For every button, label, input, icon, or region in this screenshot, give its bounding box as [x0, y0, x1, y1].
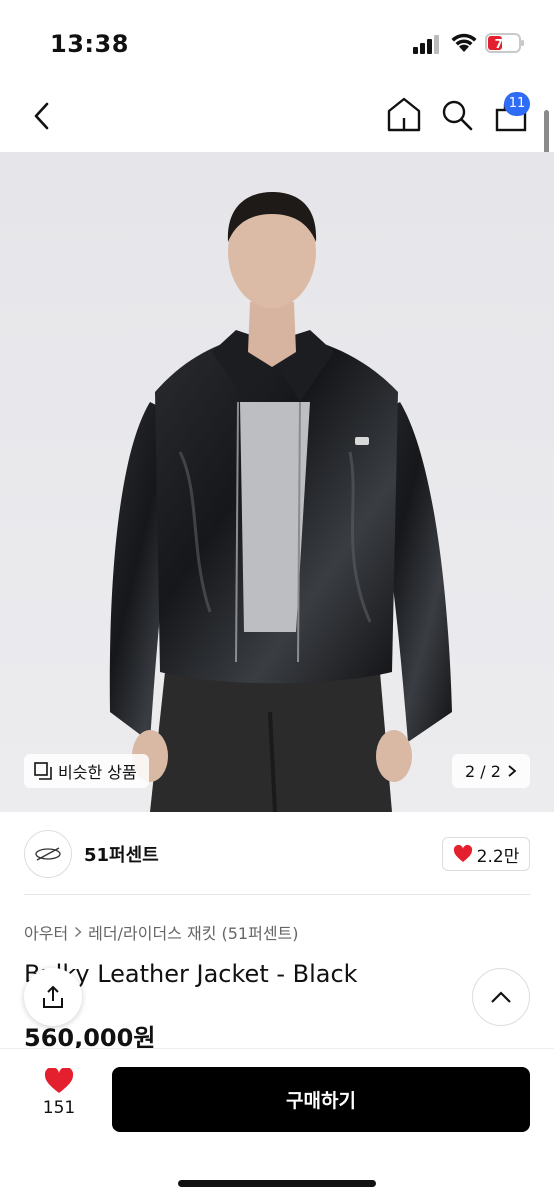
status-bar: 13:38 74	[0, 0, 554, 88]
battery-level: 74	[495, 37, 512, 51]
image-counter[interactable]: 2 / 2	[452, 754, 530, 788]
chevron-up-icon	[491, 991, 511, 1003]
home-icon[interactable]	[386, 94, 422, 134]
buy-button[interactable]: 구매하기	[112, 1067, 530, 1132]
brand-name: 51퍼센트	[84, 845, 159, 866]
battery-icon: 74	[485, 33, 524, 53]
search-icon[interactable]	[440, 94, 474, 134]
chevron-right-icon	[75, 926, 82, 938]
top-nav	[0, 88, 554, 152]
divider	[24, 894, 530, 895]
share-button[interactable]	[24, 968, 82, 1026]
breadcrumb: 아우터 레더/라이더스 재킷 (51퍼센트)	[24, 920, 299, 944]
image-counter-text: 2 / 2	[465, 761, 501, 781]
chevron-right-icon	[508, 765, 517, 777]
brand-row[interactable]: 51퍼센트	[24, 830, 159, 878]
heart-icon	[453, 845, 472, 862]
breadcrumb-item[interactable]: 아우터	[24, 920, 68, 944]
similar-products-button[interactable]: 비슷한 상품	[24, 754, 149, 788]
brand-likes-count: 2.2만	[476, 846, 520, 867]
brand-logo	[24, 830, 72, 878]
brand-mark-icon	[35, 847, 61, 861]
product-image-gallery[interactable]	[0, 152, 554, 812]
product-photo	[0, 152, 554, 812]
breadcrumb-item[interactable]: 레더/라이더스 재킷 (51퍼센트)	[88, 920, 298, 944]
brand-likes-chip[interactable]: 2.2만	[442, 837, 530, 871]
like-button[interactable]: 151	[36, 1068, 82, 1128]
status-time: 13:38	[50, 30, 129, 58]
similar-products-label: 비슷한 상품	[58, 763, 137, 782]
wifi-icon	[451, 33, 477, 52]
cellular-signal-icon	[413, 35, 439, 54]
back-chevron-icon[interactable]	[28, 96, 58, 136]
like-count: 151	[42, 1098, 76, 1118]
share-icon	[43, 985, 63, 1008]
scroll-to-top-button[interactable]	[472, 968, 530, 1026]
home-indicator	[178, 1180, 376, 1187]
heart-icon	[44, 1068, 74, 1093]
cart-count-badge: 11	[504, 92, 530, 116]
copy-stack-icon	[34, 762, 52, 780]
